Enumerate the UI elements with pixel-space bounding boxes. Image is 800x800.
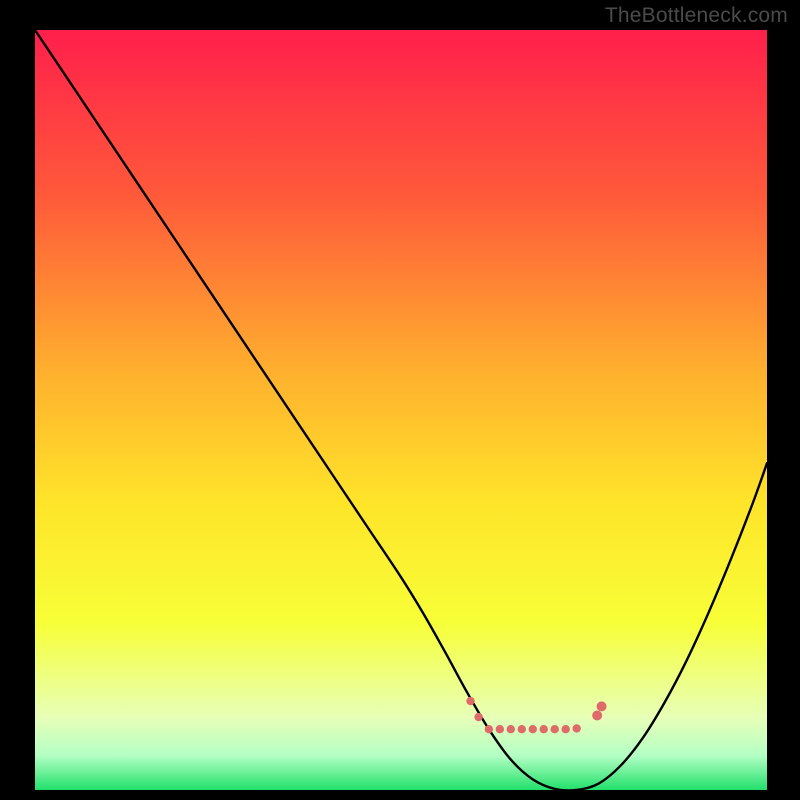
optimal-range-marker xyxy=(551,725,559,733)
optimal-range-marker xyxy=(518,725,526,733)
optimal-range-marker xyxy=(572,724,580,732)
optimal-range-marker xyxy=(466,697,474,705)
chart-canvas xyxy=(35,30,767,790)
optimal-range-marker xyxy=(592,711,602,721)
attribution-text: TheBottleneck.com xyxy=(605,4,788,28)
optimal-range-marker xyxy=(597,701,607,711)
optimal-range-marker xyxy=(474,713,482,721)
optimal-range-marker xyxy=(507,725,515,733)
optimal-range-marker xyxy=(562,725,570,733)
optimal-range-marker xyxy=(485,725,493,733)
optimal-range-marker xyxy=(496,725,504,733)
optimal-range-marker xyxy=(540,725,548,733)
optimal-range-marker xyxy=(529,725,537,733)
chart-gradient-bg xyxy=(35,30,767,790)
bottleneck-chart xyxy=(35,30,767,790)
